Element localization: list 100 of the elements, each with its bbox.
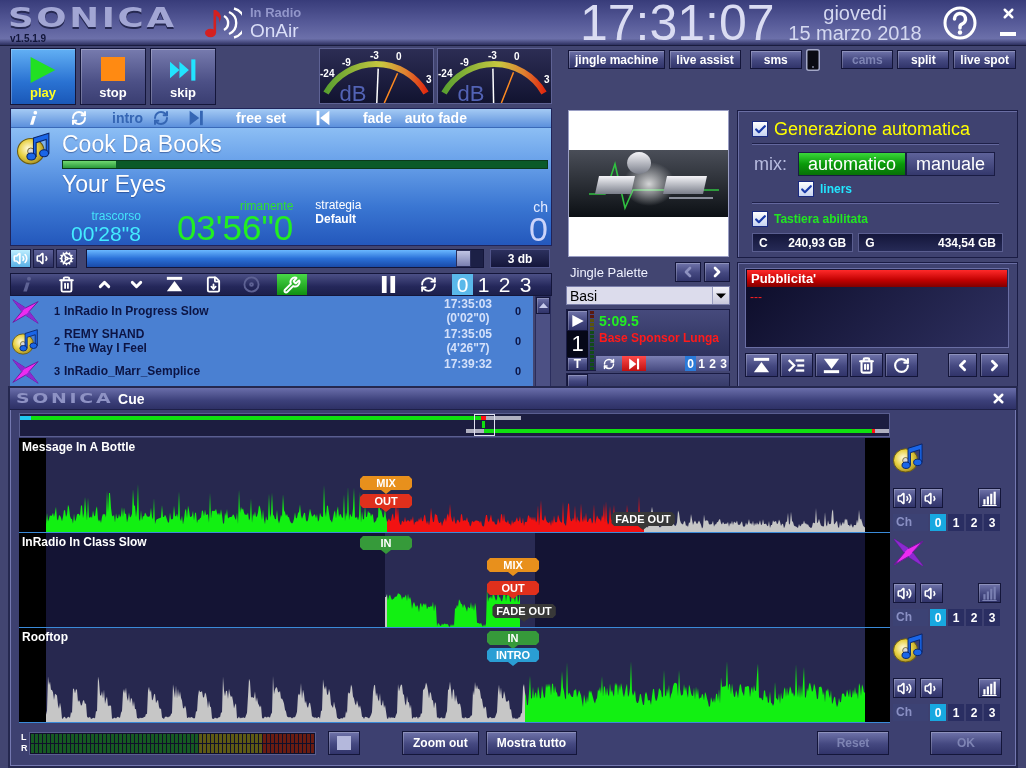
close-icon[interactable] (991, 391, 1006, 406)
loud-button[interactable] (893, 583, 916, 603)
channel-tab[interactable]: 2 (707, 356, 718, 371)
cue-marker[interactable]: IN (360, 536, 412, 554)
track-title[interactable]: The Way I Feel (64, 341, 147, 355)
skip-start-button[interactable] (314, 109, 331, 127)
trash-button[interactable] (850, 353, 883, 377)
bars-button[interactable] (978, 488, 1001, 508)
play-button[interactable]: play (10, 48, 76, 105)
music-disc-icon (893, 441, 924, 473)
speaker-loud-icon (897, 490, 912, 506)
phone-icon[interactable] (805, 48, 820, 71)
prev-button[interactable] (948, 353, 977, 377)
scale-label: -9 (342, 57, 351, 68)
loop-button[interactable] (601, 356, 617, 371)
waveform-lane[interactable]: Rooftop IN INTRO (19, 628, 890, 723)
quiet-button[interactable] (920, 678, 943, 698)
channel-label: Ch (893, 609, 928, 626)
toolbar-button[interactable]: live assist (669, 50, 741, 69)
clock: 17:31:07 (580, 0, 775, 46)
channel-tab[interactable]: 1 (948, 704, 964, 721)
dialog-button[interactable]: Zoom out (402, 731, 479, 755)
loop-button[interactable] (418, 274, 438, 295)
channel-tab[interactable]: 2 (966, 704, 982, 721)
channel-tab[interactable]: 0 (685, 356, 696, 371)
cue-marker[interactable]: OUT (487, 581, 539, 599)
stop-button[interactable] (328, 731, 360, 755)
channel-tab[interactable]: 3 (718, 356, 729, 371)
top-button[interactable] (745, 353, 778, 377)
tools-button[interactable] (277, 274, 307, 295)
insert-button[interactable] (780, 353, 813, 377)
slider-thumb[interactable] (456, 250, 472, 267)
loud-button[interactable] (893, 488, 916, 508)
channel-tab[interactable]: 3 (984, 704, 1000, 721)
refresh-icon (71, 110, 87, 126)
dialog-button[interactable]: Mostra tutto (485, 731, 577, 755)
bottom-button[interactable] (815, 353, 848, 377)
next-button[interactable] (704, 262, 730, 282)
quiet-button[interactable] (33, 249, 54, 268)
date-label: 15 marzo 2018 (788, 23, 922, 43)
mix-option[interactable]: manuale (906, 152, 996, 176)
remaining-label: rimanente (239, 201, 294, 211)
play-button[interactable] (567, 310, 588, 331)
next-button[interactable] (980, 353, 1009, 377)
cue-marker[interactable]: OUT (360, 494, 412, 512)
channel-tab[interactable]: 2 (494, 274, 515, 295)
reload-button[interactable] (885, 353, 918, 377)
loud-button[interactable] (10, 249, 31, 268)
cue-marker[interactable]: FADE OUT (492, 604, 556, 622)
cue-marker[interactable]: IN (487, 631, 539, 649)
bars-button[interactable] (978, 678, 1001, 698)
channel-tab[interactable]: 1 (948, 609, 964, 626)
channel-tab[interactable]: 3 (515, 274, 536, 295)
speaker-quiet-icon (924, 585, 939, 601)
duration: (4'26"7) (446, 341, 490, 355)
caret-up-icon (538, 301, 548, 310)
channel-label: ch (533, 200, 548, 214)
channel-tab[interactable]: 1 (948, 514, 964, 531)
scroll-up-button[interactable] (536, 297, 550, 314)
music-disc-icon (12, 327, 39, 355)
waveform-lane[interactable]: Message In A Bottle MIX OUT FADE OUT (19, 438, 890, 533)
channel-tab[interactable]: 1 (696, 356, 707, 371)
help-icon[interactable] (943, 6, 977, 40)
indent-icon (788, 356, 805, 374)
list-item[interactable]: --- (750, 290, 762, 304)
channel-tab[interactable]: 1 (473, 274, 494, 295)
toolbar-button[interactable]: sms (749, 50, 802, 69)
toolbar-button[interactable]: jingle machine (568, 50, 666, 69)
waveform-lane[interactable]: InRadio In Class Slow IN MIX OUT FADE OUT (19, 533, 890, 628)
channel-tab[interactable]: 3 (984, 514, 1000, 531)
trash-icon (858, 356, 875, 374)
track-title[interactable]: InRadio In Progress Slow (64, 304, 209, 318)
quiet-button[interactable] (920, 488, 943, 508)
weekday-label: giovedi (823, 3, 887, 23)
checkbox[interactable] (752, 211, 768, 227)
music-note-icon (204, 6, 242, 40)
toolbar-button[interactable]: split (897, 50, 950, 69)
stop-button[interactable]: stop (80, 48, 146, 105)
track-title[interactable]: InRadio_Marr_Semplice (64, 364, 201, 378)
checkbox[interactable] (752, 121, 768, 137)
cue-marker[interactable]: INTRO (487, 648, 539, 666)
overview-drawing[interactable] (19, 413, 890, 437)
checkmark-icon (753, 212, 767, 226)
palette-dropdown[interactable]: Basi (566, 286, 730, 305)
hotkey-button[interactable]: T (567, 357, 588, 371)
music-disc-icon (893, 631, 924, 663)
loud-button[interactable] (893, 678, 916, 698)
track-artist[interactable]: REMY SHAND (64, 327, 145, 341)
mix-option[interactable]: automatico (798, 152, 907, 176)
channel-tab[interactable]: 2 (966, 514, 982, 531)
checkmark-icon (753, 122, 767, 136)
skip-button[interactable]: skip (150, 48, 216, 105)
trash-button[interactable] (56, 274, 76, 295)
toolbar-button[interactable]: live spot (953, 50, 1016, 69)
checkbox[interactable] (798, 181, 814, 197)
skip-end-button[interactable] (622, 356, 646, 371)
channel-tab[interactable]: 3 (984, 609, 1000, 626)
channel-tab[interactable]: 2 (966, 609, 982, 626)
settings-button[interactable] (56, 249, 77, 268)
quiet-button[interactable] (920, 583, 943, 603)
